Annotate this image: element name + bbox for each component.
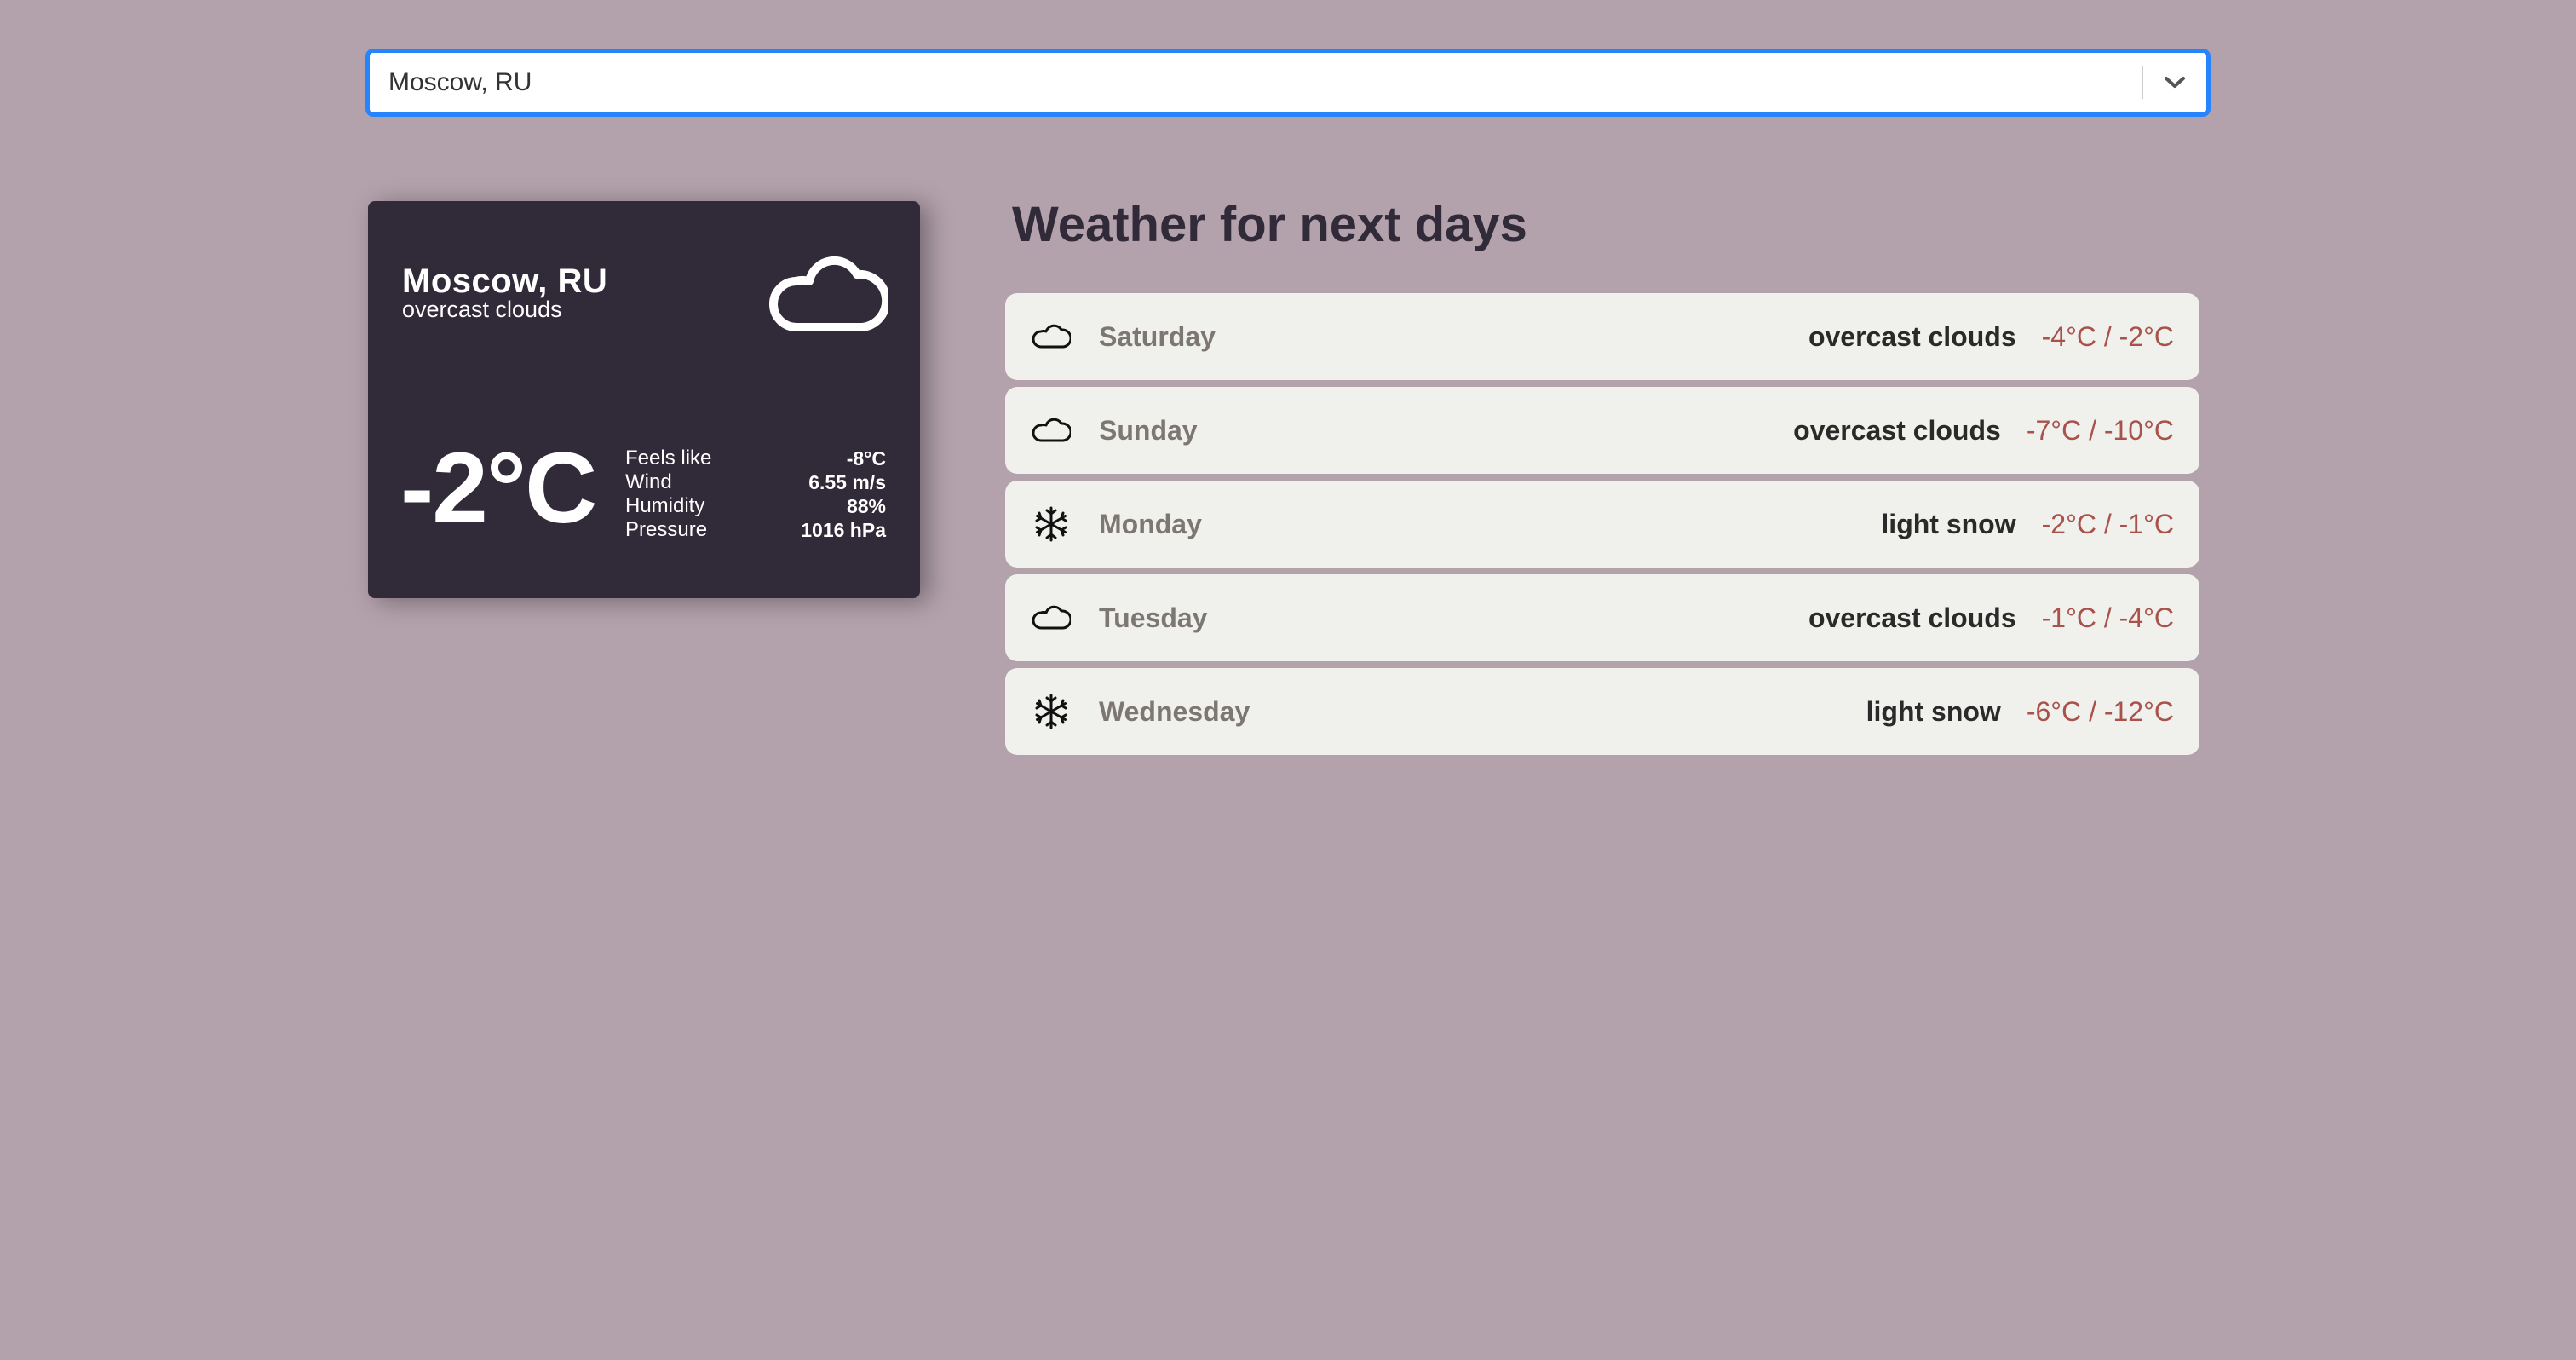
current-temperature: -2°C <box>400 432 597 545</box>
cloud-icon <box>1031 316 1072 357</box>
day-description: overcast clouds <box>1793 414 2001 446</box>
forecast-item-sunday[interactable]: Sunday overcast clouds -7°C / -10°C <box>1005 387 2199 474</box>
city-select-value[interactable]: Moscow, RU <box>370 68 2142 97</box>
cloud-icon <box>1031 410 1072 451</box>
forecast-title: Weather for next days <box>1012 197 1527 252</box>
city-select[interactable]: Moscow, RU <box>366 49 2210 116</box>
detail-value-wind: 6.55 m/s <box>808 471 886 493</box>
day-name: Sunday <box>1099 414 1198 446</box>
current-description: overcast clouds <box>402 297 562 322</box>
cloud-icon <box>765 233 891 356</box>
detail-row: Wind 6.55 m/s <box>625 470 886 494</box>
detail-value-feels-like: -8°C <box>846 447 886 470</box>
current-city: Moscow, RU <box>402 262 608 300</box>
detail-label-wind: Wind <box>625 470 672 493</box>
day-temperature: -2°C / -1°C <box>2041 508 2174 539</box>
detail-row: Humidity 88% <box>625 494 886 518</box>
day-name: Saturday <box>1099 320 1216 352</box>
forecast-item-saturday[interactable]: Saturday overcast clouds -4°C / -2°C <box>1005 293 2199 380</box>
forecast-item-monday[interactable]: Monday light snow -2°C / -1°C <box>1005 481 2199 568</box>
cloud-icon <box>1031 597 1072 638</box>
detail-row: Pressure 1016 hPa <box>625 518 886 542</box>
day-name: Tuesday <box>1099 602 1208 633</box>
current-weather-card: Moscow, RU overcast clouds -2°C Feels li… <box>368 201 920 598</box>
snowflake-icon <box>1031 691 1072 732</box>
detail-label-pressure: Pressure <box>625 518 708 541</box>
snowflake-icon <box>1031 504 1072 545</box>
forecast-item-tuesday[interactable]: Tuesday overcast clouds -1°C / -4°C <box>1005 574 2199 661</box>
chevron-down-icon[interactable] <box>2143 53 2206 112</box>
forecast-list: Saturday overcast clouds -4°C / -2°C Sun… <box>1005 293 2199 762</box>
day-temperature: -1°C / -4°C <box>2041 602 2174 633</box>
day-temperature: -7°C / -10°C <box>2026 414 2174 446</box>
detail-label-humidity: Humidity <box>625 494 705 517</box>
day-description: overcast clouds <box>1808 320 2016 352</box>
day-description: overcast clouds <box>1808 602 2016 633</box>
weather-details: Feels like -8°C Wind 6.55 m/s Humidity 8… <box>625 447 886 542</box>
forecast-item-wednesday[interactable]: Wednesday light snow -6°C / -12°C <box>1005 668 2199 755</box>
detail-value-humidity: 88% <box>846 495 886 517</box>
detail-label-feels-like: Feels like <box>625 447 712 470</box>
day-name: Wednesday <box>1099 695 1251 727</box>
day-temperature: -4°C / -2°C <box>2041 320 2174 352</box>
day-name: Monday <box>1099 508 1202 539</box>
detail-value-pressure: 1016 hPa <box>801 519 886 541</box>
day-description: light snow <box>1881 508 2016 539</box>
day-temperature: -6°C / -12°C <box>2026 695 2174 727</box>
detail-row: Feels like -8°C <box>625 447 886 470</box>
day-description: light snow <box>1866 695 2001 727</box>
